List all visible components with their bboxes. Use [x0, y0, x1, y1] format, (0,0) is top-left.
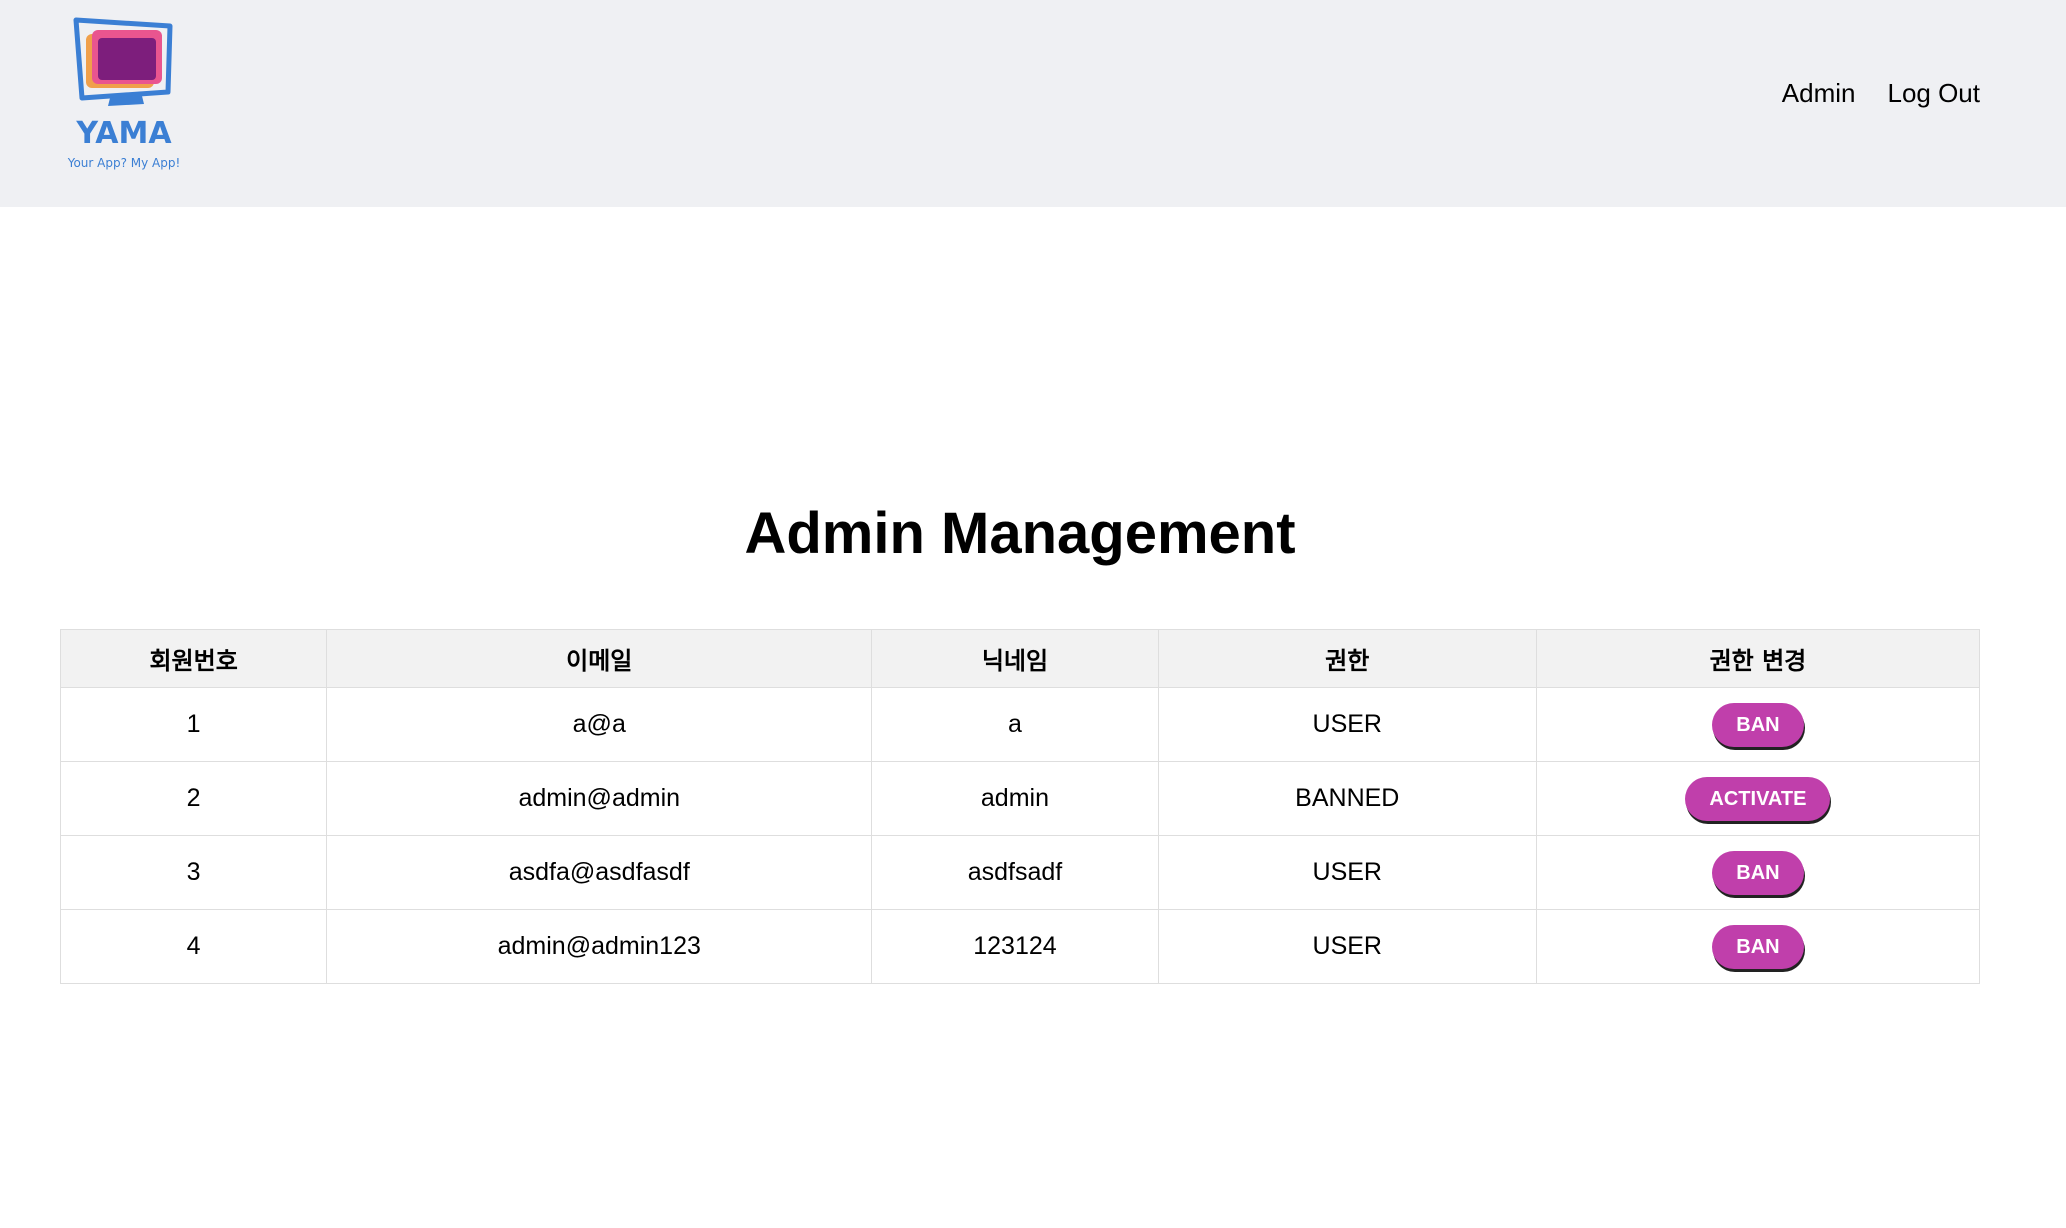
cell-action: BAN — [1535, 687, 1981, 762]
cell-email: asdfa@asdfasdf — [326, 835, 873, 910]
cell-nickname: admin — [871, 761, 1159, 836]
cell-action: ACTIVATE — [1535, 761, 1981, 836]
column-header-nickname: 닉네임 — [871, 629, 1159, 688]
top-nav: Admin Log Out — [1782, 78, 1980, 109]
cell-role: USER — [1157, 687, 1537, 762]
cell-action: BAN — [1535, 909, 1981, 984]
ban-button[interactable]: BAN — [1712, 924, 1804, 969]
cell-member-id: 1 — [59, 687, 328, 762]
column-header-member-id: 회원번호 — [59, 629, 328, 688]
cell-member-id: 2 — [59, 761, 328, 836]
cell-role: BANNED — [1157, 761, 1537, 836]
table-row: 4 admin@admin123 123124 USER BAN — [59, 909, 1981, 984]
ban-button[interactable]: BAN — [1712, 850, 1804, 895]
column-header-email: 이메일 — [326, 629, 873, 688]
column-header-role-change: 권한 변경 — [1535, 629, 1981, 688]
cell-nickname: 123124 — [871, 909, 1159, 984]
cell-nickname: a — [871, 687, 1159, 762]
page-title: Admin Management — [744, 501, 1296, 566]
cell-role: USER — [1157, 835, 1537, 910]
table-header-row: 회원번호 이메일 닉네임 권한 권한 변경 — [59, 629, 1981, 688]
table-row: 1 a@a a USER BAN — [59, 687, 1981, 762]
cell-nickname: asdfsadf — [871, 835, 1159, 910]
monitor-logo-icon — [73, 17, 173, 106]
cell-action: BAN — [1535, 835, 1981, 910]
ban-button[interactable]: BAN — [1712, 702, 1804, 747]
table-row: 3 asdfa@asdfasdf asdfsadf USER BAN — [59, 835, 1981, 910]
users-table: 회원번호 이메일 닉네임 권한 권한 변경 1 a@a a USER BAN 2… — [59, 629, 1981, 984]
cell-member-id: 4 — [59, 909, 328, 984]
cell-email: a@a — [326, 687, 873, 762]
cell-member-id: 3 — [59, 835, 328, 910]
nav-admin-link[interactable]: Admin — [1782, 78, 1856, 109]
table-row: 2 admin@admin admin BANNED ACTIVATE — [59, 761, 1981, 836]
nav-logout-link[interactable]: Log Out — [1887, 78, 1980, 109]
logo-wordmark: YAMA — [76, 116, 172, 151]
cell-email: admin@admin — [326, 761, 873, 836]
yama-logo[interactable]: YAMA Your App? My App! — [62, 16, 186, 176]
cell-role: USER — [1157, 909, 1537, 984]
cell-email: admin@admin123 — [326, 909, 873, 984]
column-header-role: 권한 — [1157, 629, 1537, 688]
top-header: YAMA Your App? My App! Admin Log Out — [0, 0, 2066, 207]
users-table-container: 회원번호 이메일 닉네임 권한 권한 변경 1 a@a a USER BAN 2… — [59, 629, 1981, 984]
logo-tagline: Your App? My App! — [67, 156, 181, 170]
activate-button[interactable]: ACTIVATE — [1685, 776, 1831, 821]
